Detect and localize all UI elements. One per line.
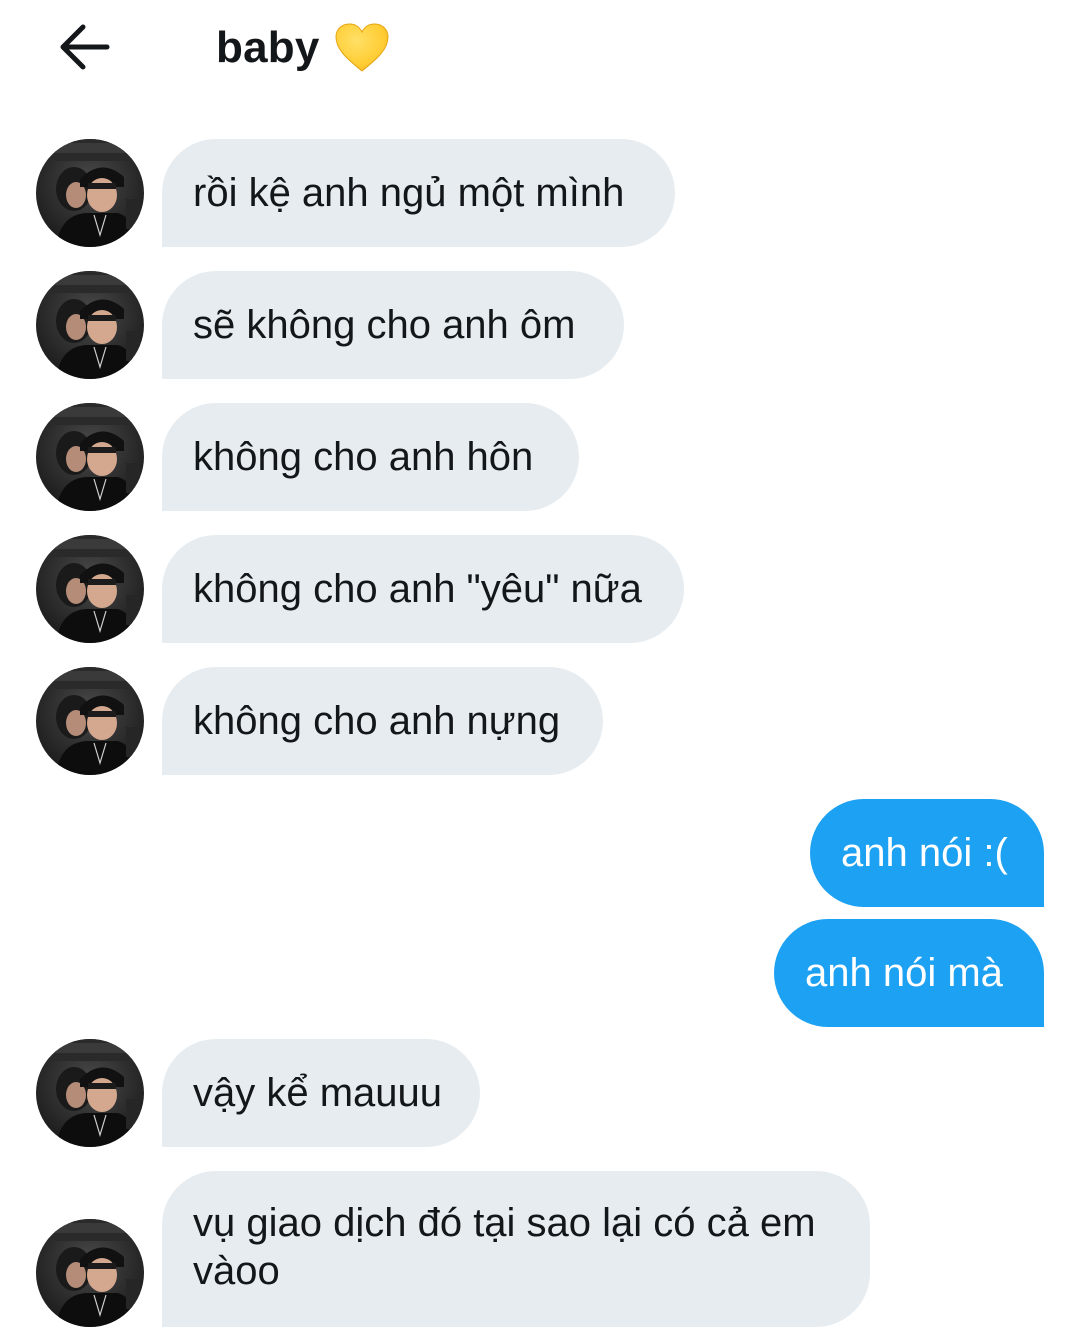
incoming-message: rồi kệ anh ngủ một mình bbox=[162, 139, 675, 247]
outgoing-message: anh nói :( bbox=[810, 799, 1044, 907]
contact-avatar[interactable] bbox=[36, 535, 144, 643]
incoming-message: sẽ không cho anh ôm bbox=[162, 271, 624, 379]
contact-avatar[interactable] bbox=[36, 1039, 144, 1147]
contact-avatar[interactable] bbox=[36, 271, 144, 379]
incoming-message: không cho anh "yêu" nữa bbox=[162, 535, 684, 643]
outgoing-message: anh nói mà bbox=[774, 919, 1044, 1027]
yellow-heart-icon bbox=[334, 23, 389, 72]
incoming-message: không cho anh nựng bbox=[162, 667, 603, 775]
incoming-message: vụ giao dịch đó tại sao lại có cả em vào… bbox=[162, 1171, 870, 1327]
back-button[interactable] bbox=[54, 18, 114, 76]
arrow-left-icon bbox=[60, 24, 110, 70]
incoming-message: vậy kể mauuu bbox=[162, 1039, 480, 1147]
contact-avatar[interactable] bbox=[36, 139, 144, 247]
contact-avatar[interactable] bbox=[36, 667, 144, 775]
contact-name: baby bbox=[216, 23, 320, 72]
contact-avatar[interactable] bbox=[36, 403, 144, 511]
conversation-title[interactable]: baby bbox=[216, 18, 390, 78]
conversation-header: baby bbox=[0, 0, 1080, 100]
incoming-message: không cho anh hôn bbox=[162, 403, 579, 511]
contact-avatar[interactable] bbox=[36, 1219, 144, 1327]
